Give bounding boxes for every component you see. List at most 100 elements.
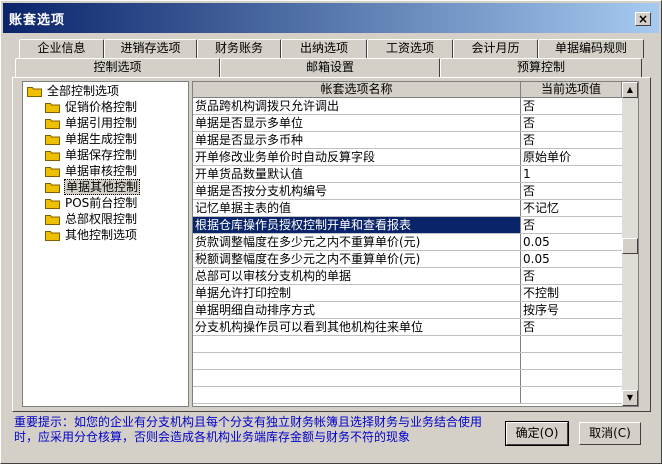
window-title: 账套选项	[9, 13, 66, 28]
tab-inventory-options[interactable]: 进销存选项	[104, 39, 197, 58]
option-value-cell[interactable]: 不记忆	[521, 200, 622, 216]
table-row[interactable]: 单据是否按分支机构编号否	[193, 183, 622, 200]
option-name-cell: 单据明细自动排序方式	[193, 302, 521, 318]
column-header-current-value[interactable]: 当前选项值	[521, 82, 622, 98]
option-name-cell: 单据是否显示多币种	[193, 132, 521, 148]
option-value-cell[interactable]: 否	[521, 268, 622, 284]
option-value-cell[interactable]: 否	[521, 217, 622, 233]
option-name-cell	[193, 353, 521, 369]
option-name-cell	[193, 336, 521, 352]
tab-row-2: 控制选项 邮箱设置 预算控制	[1, 58, 662, 77]
folder-icon	[45, 230, 61, 241]
tab-company-info[interactable]: 企业信息	[19, 39, 104, 58]
tree-item-doc-other[interactable]: 单据其他控制	[45, 179, 141, 195]
table-row[interactable]: 单据是否显示多币种否	[193, 132, 622, 149]
scroll-up-arrow-icon[interactable]: ▲	[622, 82, 638, 98]
vertical-scrollbar[interactable]: ▲ ▼	[622, 82, 638, 406]
table-row[interactable]: 税额调整幅度在多少元之内不重算单价(元) 0.05	[193, 251, 622, 268]
scroll-down-arrow-icon[interactable]: ▼	[622, 390, 638, 406]
tab-document-numbering[interactable]: 单据编码规则	[538, 39, 644, 58]
table-row[interactable]: 货品跨机构调拨只允许调出否	[193, 98, 622, 115]
option-name-cell: 记忆单据主表的值	[193, 200, 521, 216]
options-grid: 帐套选项名称 当前选项值 货品跨机构调拨只允许调出否单据是否显示多单位否单据是否…	[192, 81, 639, 407]
option-name-cell: 货款调整幅度在多少元之内不重算单价(元)	[193, 234, 521, 250]
option-name-cell	[193, 387, 521, 403]
open-folder-icon	[45, 182, 61, 193]
tree-item-doc-generation[interactable]: 单据生成控制	[45, 131, 138, 147]
option-value-cell[interactable]: 按序号	[521, 302, 622, 318]
option-name-cell: 货品跨机构调拨只允许调出	[193, 98, 521, 114]
tab-mailbox-settings[interactable]: 邮箱设置	[220, 58, 440, 77]
tree-item-pos-control[interactable]: POS前台控制	[45, 195, 138, 211]
option-value-cell[interactable]: 0.05	[521, 234, 622, 250]
important-notice: 重要提示：如您的企业有分支机构且每个分支有独立财务帐簿且选择财务与业务结合使用时…	[14, 415, 483, 444]
tab-accounting-calendar[interactable]: 会计月历	[453, 39, 538, 58]
option-value-cell[interactable]: 否	[521, 132, 622, 148]
tab-control-options[interactable]: 控制选项	[15, 58, 220, 77]
option-value-cell[interactable]: 不控制	[521, 285, 622, 301]
folder-icon	[45, 118, 61, 129]
option-value-cell[interactable]: 否	[521, 183, 622, 199]
table-row[interactable]: 开单修改业务单价时自动反算字段 原始单价	[193, 149, 622, 166]
tab-row-1: 企业信息 进销存选项 财务账务 出纳选项 工资选项 会计月历 单据编码规则	[1, 39, 662, 58]
tab-cashier-options[interactable]: 出纳选项	[281, 39, 367, 58]
option-name-cell: 开单货品数量默认值	[193, 166, 521, 182]
tree-item-other-options[interactable]: 其他控制选项	[45, 227, 138, 243]
title-bar: 账套选项 ×	[3, 3, 659, 33]
settings-dialog: 账套选项 × 企业信息 进销存选项 财务账务 出纳选项 工资选项 会计月历 单据…	[0, 0, 662, 464]
option-name-cell: 分支机构操作员可以看到其他机构往来单位	[193, 319, 521, 335]
close-button[interactable]: ×	[635, 12, 651, 26]
folder-icon	[45, 198, 61, 209]
option-name-cell: 税额调整幅度在多少元之内不重算单价(元)	[193, 251, 521, 267]
option-name-cell: 总部可以审核分支机构的单据	[193, 268, 521, 284]
table-row[interactable]: 货款调整幅度在多少元之内不重算单价(元) 0.05	[193, 234, 622, 251]
ok-button[interactable]: 确定(O)	[505, 421, 569, 446]
table-row[interactable]: 单据是否显示多单位否	[193, 115, 622, 132]
option-name-cell	[193, 370, 521, 386]
column-header-option-name[interactable]: 帐套选项名称	[193, 82, 521, 98]
scrollbar-thumb[interactable]	[622, 238, 638, 254]
tree-root-label: 全部控制选项	[47, 84, 120, 98]
option-value-cell[interactable]	[521, 387, 622, 403]
table-row[interactable]	[193, 353, 622, 370]
folder-icon	[45, 214, 61, 225]
tree-item-doc-save[interactable]: 单据保存控制	[45, 147, 138, 163]
tab-payroll-options[interactable]: 工资选项	[367, 39, 453, 58]
cancel-button[interactable]: 取消(C)	[579, 422, 641, 445]
option-value-cell[interactable]: 0.05	[521, 251, 622, 267]
tree-item-hq-permission[interactable]: 总部权限控制	[45, 211, 138, 227]
folder-icon	[45, 134, 61, 145]
table-row[interactable]	[193, 336, 622, 353]
option-value-cell[interactable]: 原始单价	[521, 149, 622, 165]
table-row[interactable]: 单据允许打印控制 不控制	[193, 285, 622, 302]
table-row[interactable]: 单据明细自动排序方式 按序号	[193, 302, 622, 319]
table-row[interactable]	[193, 387, 622, 404]
folder-icon	[45, 166, 61, 177]
table-row[interactable]	[193, 370, 622, 387]
option-name-cell: 单据允许打印控制	[193, 285, 521, 301]
tab-finance-accounts[interactable]: 财务账务	[197, 39, 281, 58]
option-value-cell[interactable]: 否	[521, 98, 622, 114]
tree-item-promotion-price[interactable]: 促销价格控制	[45, 99, 138, 115]
table-row[interactable]: 分支机构操作员可以看到其他机构往来单位否	[193, 319, 622, 336]
tree-item-doc-reference[interactable]: 单据引用控制	[45, 115, 138, 131]
option-value-cell[interactable]	[521, 336, 622, 352]
option-name-cell: 单据是否按分支机构编号	[193, 183, 521, 199]
option-name-cell: 根据仓库操作员授权控制开单和查看报表	[193, 217, 521, 233]
option-name-cell: 单据是否显示多单位	[193, 115, 521, 131]
option-name-cell: 开单修改业务单价时自动反算字段	[193, 149, 521, 165]
table-row[interactable]: 根据仓库操作员授权控制开单和查看报表否	[193, 217, 622, 234]
option-value-cell[interactable]	[521, 353, 622, 369]
folder-icon	[45, 150, 61, 161]
option-value-cell[interactable]: 否	[521, 319, 622, 335]
table-row[interactable]: 总部可以审核分支机构的单据否	[193, 268, 622, 285]
option-value-cell[interactable]: 1	[521, 166, 622, 182]
option-value-cell[interactable]: 否	[521, 115, 622, 131]
tab-budget-control[interactable]: 预算控制	[440, 58, 642, 77]
option-value-cell[interactable]	[521, 370, 622, 386]
options-tree: 全部控制选项 促销价格控制 单据引用控制 单据生成控制 单据保存控制 单据审核控…	[22, 81, 189, 407]
table-row[interactable]: 记忆单据主表的值 不记忆	[193, 200, 622, 217]
tree-root[interactable]: 全部控制选项	[27, 83, 120, 99]
tree-item-doc-audit[interactable]: 单据审核控制	[45, 163, 138, 179]
table-row[interactable]: 开单货品数量默认值 1	[193, 166, 622, 183]
